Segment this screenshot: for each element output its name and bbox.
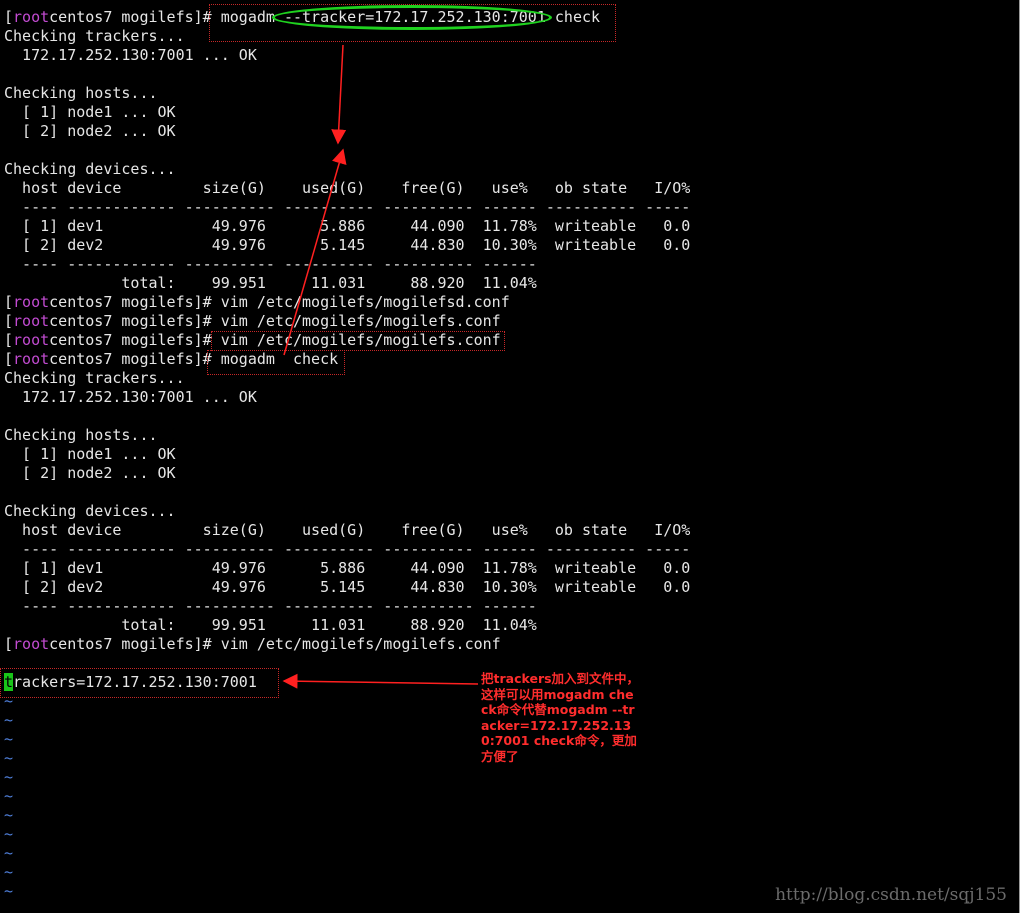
prompt-user: root bbox=[13, 635, 50, 653]
vim-empty-line-tilde: ~ bbox=[4, 749, 14, 767]
table-header: host device size(G) used(G) free(G) use%… bbox=[4, 179, 691, 197]
prompt-user: root bbox=[13, 8, 50, 26]
terminal-line: 172.17.252.130:7001 ... OK bbox=[4, 46, 257, 64]
terminal-line: [ 2] node2 ... OK bbox=[4, 122, 176, 140]
vim-empty-line-tilde: ~ bbox=[4, 863, 14, 881]
prompt-user: root bbox=[13, 293, 50, 311]
watermark: http://blog.csdn.net/sqj155 bbox=[775, 885, 1007, 905]
command-text: vim /etc/mogilefs/mogilefs.conf bbox=[220, 635, 501, 653]
table-row: [ 2] dev2 49.976 5.145 44.830 10.30% wri… bbox=[4, 578, 691, 596]
prompt-host: centos7 mogilefs]# bbox=[49, 8, 221, 26]
prompt-bracket: [ bbox=[4, 635, 14, 653]
prompt-user: root bbox=[13, 350, 50, 368]
terminal-line: Checking hosts... bbox=[4, 426, 158, 444]
table-total: total: 99.951 11.031 88.920 11.04% bbox=[4, 616, 537, 634]
terminal-line-command: [rootcentos7 mogilefs]# vim /etc/mogilef… bbox=[4, 312, 501, 331]
vim-empty-line-tilde: ~ bbox=[4, 882, 14, 900]
table-row: [ 2] dev2 49.976 5.145 44.830 10.30% wri… bbox=[4, 236, 691, 254]
command-text: vim /etc/mogilefs/mogilefs.conf bbox=[220, 312, 501, 330]
table-divider: ---- ------------ ---------- ---------- … bbox=[4, 198, 691, 216]
terminal-line: Checking hosts... bbox=[4, 84, 158, 102]
vim-empty-line-tilde: ~ bbox=[4, 844, 14, 862]
terminal-line: Checking devices... bbox=[4, 502, 176, 520]
prompt-bracket: [ bbox=[4, 293, 14, 311]
vim-empty-line-tilde: ~ bbox=[4, 806, 14, 824]
terminal-line: [ 2] node2 ... OK bbox=[4, 464, 176, 482]
prompt-host: centos7 mogilefs]# bbox=[49, 635, 221, 653]
text-cursor: t bbox=[4, 673, 14, 691]
prompt-user: root bbox=[13, 331, 50, 349]
terminal-line: [ 1] node1 ... OK bbox=[4, 103, 176, 121]
terminal-line-command: [rootcentos7 mogilefs]# vim /etc/mogilef… bbox=[4, 635, 501, 654]
terminal-line: Checking trackers... bbox=[4, 27, 185, 45]
table-row: [ 1] dev1 49.976 5.886 44.090 11.78% wri… bbox=[4, 217, 691, 235]
vim-empty-line-tilde: ~ bbox=[4, 825, 14, 843]
command-text: mogadm check bbox=[220, 350, 339, 368]
annotation-note: 把trackers加入到文件中，这样可以用mogadm check命令代替mog… bbox=[481, 671, 640, 764]
prompt-host: centos7 mogilefs]# bbox=[49, 331, 221, 349]
terminal-line: Checking trackers... bbox=[4, 369, 185, 387]
config-text: rackers=172.17.252.130:7001 bbox=[13, 673, 257, 691]
terminal-line-command: [rootcentos7 mogilefs]# mogadm --tracker… bbox=[4, 8, 600, 27]
vim-buffer-line[interactable]: trackers=172.17.252.130:7001 bbox=[4, 673, 257, 692]
prompt-bracket: [ bbox=[4, 331, 14, 349]
table-divider: ---- ------------ ---------- ---------- … bbox=[4, 597, 537, 615]
prompt-host: centos7 mogilefs]# bbox=[49, 293, 221, 311]
table-total: total: 99.951 11.031 88.920 11.04% bbox=[4, 274, 537, 292]
terminal-line-command: [rootcentos7 mogilefs]# vim /etc/mogilef… bbox=[4, 331, 501, 350]
vim-empty-line-tilde: ~ bbox=[4, 692, 14, 710]
table-row: [ 1] dev1 49.976 5.886 44.090 11.78% wri… bbox=[4, 559, 691, 577]
terminal-window[interactable]: [rootcentos7 mogilefs]# mogadm --tracker… bbox=[0, 0, 1020, 913]
prompt-user: root bbox=[13, 312, 50, 330]
arrow-down bbox=[331, 44, 347, 145]
terminal-line: 172.17.252.130:7001 ... OK bbox=[4, 388, 257, 406]
terminal-line: [ 1] node1 ... OK bbox=[4, 445, 176, 463]
prompt-bracket: [ bbox=[4, 8, 14, 26]
command-text: mogadm --tracker=172.17.252.130:7001 che… bbox=[220, 8, 601, 26]
table-divider: ---- ------------ ---------- ---------- … bbox=[4, 255, 537, 273]
vim-empty-line-tilde: ~ bbox=[4, 787, 14, 805]
command-text: vim /etc/mogilefs/mogilefs.conf bbox=[220, 331, 501, 349]
terminal-line-command: [rootcentos7 mogilefs]# vim /etc/mogilef… bbox=[4, 293, 510, 312]
vim-empty-line-tilde: ~ bbox=[4, 711, 14, 729]
prompt-bracket: [ bbox=[4, 312, 14, 330]
prompt-host: centos7 mogilefs]# bbox=[49, 312, 221, 330]
table-divider: ---- ------------ ---------- ---------- … bbox=[4, 540, 691, 558]
prompt-host: centos7 mogilefs]# bbox=[49, 350, 221, 368]
terminal-line-command: [rootcentos7 mogilefs]# mogadm check bbox=[4, 350, 338, 369]
vim-empty-line-tilde: ~ bbox=[4, 730, 14, 748]
terminal-line: Checking devices... bbox=[4, 160, 176, 178]
command-text: vim /etc/mogilefs/mogilefsd.conf bbox=[220, 293, 510, 311]
arrow-left bbox=[282, 673, 479, 689]
vim-empty-line-tilde: ~ bbox=[4, 768, 14, 786]
table-header: host device size(G) used(G) free(G) use%… bbox=[4, 521, 691, 539]
prompt-bracket: [ bbox=[4, 350, 14, 368]
